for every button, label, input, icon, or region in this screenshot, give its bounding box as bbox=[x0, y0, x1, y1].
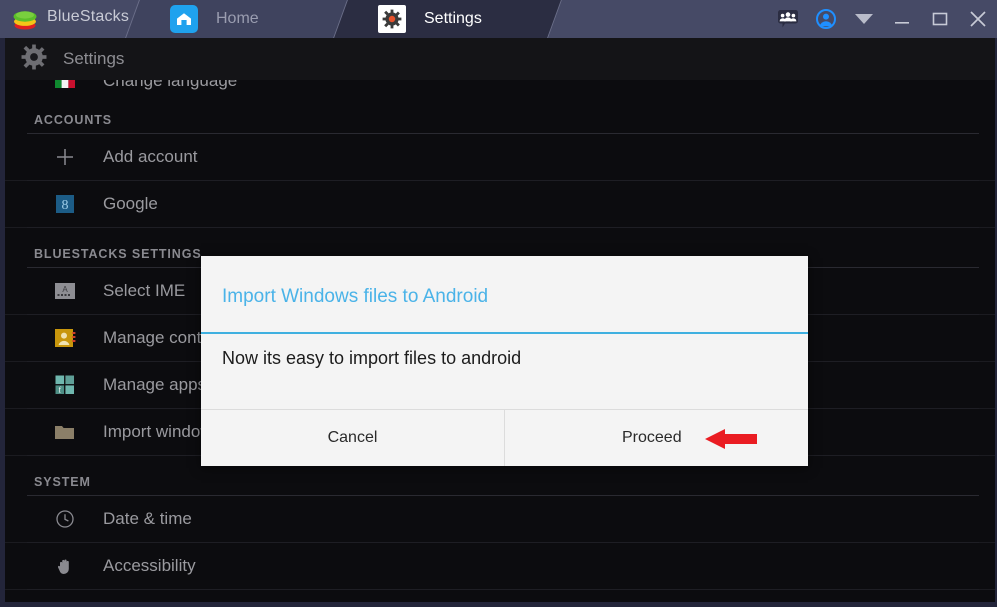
folder-icon bbox=[53, 420, 77, 444]
brand-label: BlueStacks bbox=[47, 8, 130, 25]
chevron-down-icon[interactable] bbox=[845, 0, 883, 38]
window-controls bbox=[769, 0, 997, 38]
bluestacks-window: BlueStacks Home Settings Settings Change… bbox=[0, 0, 997, 607]
android-content: Settings Change language ACCOUNTS Add ac… bbox=[0, 38, 997, 607]
settings-action-bar: Settings bbox=[5, 38, 995, 80]
gear-icon bbox=[378, 5, 406, 33]
tab-settings[interactable]: Settings bbox=[333, 0, 562, 38]
list-item-google[interactable]: 8 Google bbox=[5, 181, 995, 228]
apps-grid-icon: f bbox=[53, 373, 77, 397]
section-label: ACCOUNTS bbox=[34, 113, 113, 127]
maximize-button[interactable] bbox=[921, 0, 959, 38]
account-icon[interactable] bbox=[807, 0, 845, 38]
title-bar: BlueStacks Home Settings bbox=[0, 0, 997, 38]
tab-settings-label: Settings bbox=[424, 10, 482, 27]
proceed-button[interactable]: Proceed bbox=[505, 409, 808, 466]
list-item-label: Manage apps bbox=[103, 375, 207, 394]
svg-text:8: 8 bbox=[62, 198, 69, 213]
list-item-label: Select IME bbox=[103, 281, 186, 300]
dialog-message: Now its easy to import files to android bbox=[222, 348, 522, 368]
svg-text:A: A bbox=[62, 285, 68, 294]
section-label: SYSTEM bbox=[34, 475, 91, 489]
tab-home-label: Home bbox=[216, 10, 259, 27]
section-header-accounts: ACCOUNTS bbox=[5, 94, 995, 134]
list-item-label: Date & time bbox=[103, 509, 192, 528]
plus-icon bbox=[53, 145, 77, 169]
close-button[interactable] bbox=[959, 0, 997, 38]
svg-text:f: f bbox=[58, 386, 61, 395]
tab-home[interactable]: Home bbox=[125, 0, 354, 38]
dialog-title: Import Windows files to Android bbox=[222, 286, 489, 307]
list-item-accessibility[interactable]: Accessibility bbox=[5, 543, 995, 590]
community-icon[interactable] bbox=[769, 0, 807, 38]
list-item-add-account[interactable]: Add account bbox=[5, 134, 995, 181]
contacts-icon bbox=[53, 326, 77, 350]
action-bar-title: Settings bbox=[63, 49, 125, 68]
red-arrow-left-icon bbox=[705, 427, 757, 451]
section-label: BLUESTACKS SETTINGS bbox=[34, 247, 202, 261]
clock-icon bbox=[53, 507, 77, 531]
google-icon: 8 bbox=[53, 192, 77, 216]
list-item-label: Add account bbox=[103, 147, 198, 166]
list-item-label: Google bbox=[103, 194, 158, 213]
home-icon bbox=[170, 5, 198, 33]
cancel-button[interactable]: Cancel bbox=[201, 409, 504, 466]
dialog-accent-rule bbox=[201, 332, 808, 334]
hand-icon bbox=[53, 554, 77, 578]
list-item-date-time[interactable]: Date & time bbox=[5, 496, 995, 543]
list-item-label: Accessibility bbox=[103, 556, 196, 575]
list-item-change-language[interactable]: Change language bbox=[5, 80, 995, 94]
bluestacks-logo-icon bbox=[12, 7, 38, 31]
minimize-button[interactable] bbox=[883, 0, 921, 38]
list-item-label: Change language bbox=[103, 80, 238, 90]
settings-gear-icon bbox=[21, 44, 47, 75]
keyboard-icon: A bbox=[53, 279, 77, 303]
italy-flag-icon bbox=[53, 80, 77, 93]
